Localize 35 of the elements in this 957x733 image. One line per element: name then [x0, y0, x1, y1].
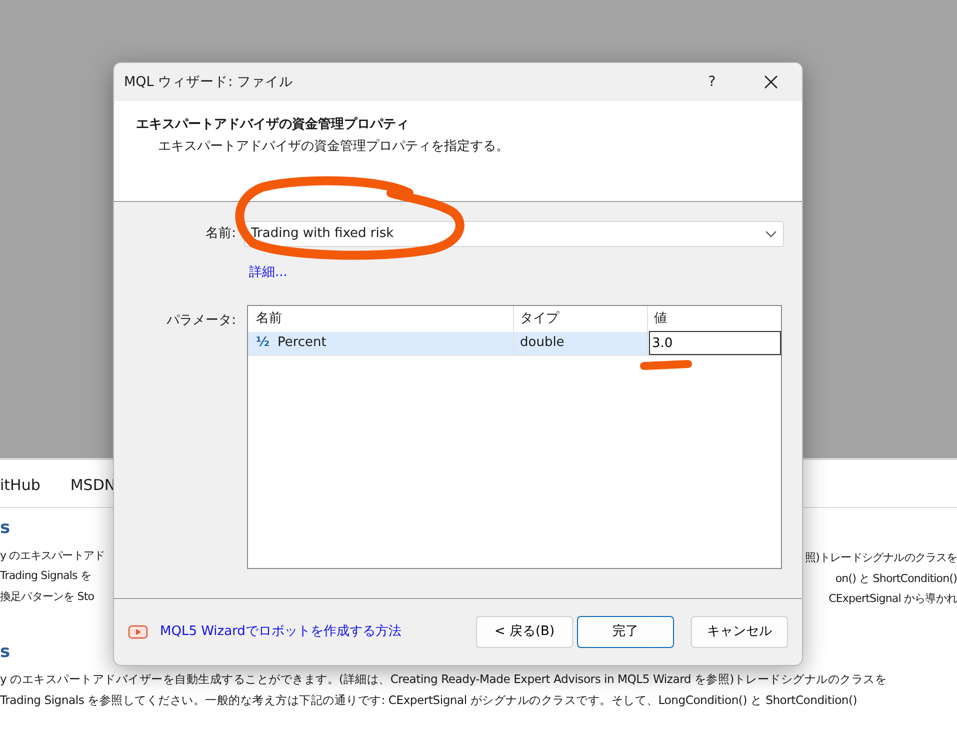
name-dropdown[interactable]: Trading with fixed risk — [244, 221, 784, 247]
tutorial-link[interactable]: MQL5 Wizardでロボットを作成する方法 — [160, 622, 476, 642]
paragraph-text: y のエキスパートアド — [0, 548, 105, 564]
paragraph-text: 換足パターンを Sto — [0, 588, 94, 604]
table-row[interactable]: ½ Percent double 3.0 — [248, 332, 781, 356]
help-button[interactable]: ? — [702, 72, 722, 92]
wizard-button[interactable]: < 戻る(B) — [476, 616, 573, 648]
column-header: 値 — [654, 310, 667, 328]
details-link[interactable]: 詳細... — [249, 263, 288, 282]
close-icon[interactable] — [764, 75, 778, 89]
value-input[interactable]: 3.0 — [649, 331, 781, 355]
ink-underline — [640, 358, 692, 372]
window-title: MQL ウィザード: ファイル — [124, 72, 294, 92]
nav-link[interactable]: itHub — [0, 474, 40, 497]
paragraph-text: y のエキスパートアドバイザーを自動生成することができます。(詳細は、Creating Ready-Made Expert Advisors in MQL5 Wizard を参照)トレードシグナルのクラスを — [0, 671, 887, 688]
paragraph-text: CExpertSignal から導かれ — [828, 591, 957, 607]
paragraph-text: Trading Signals を — [0, 568, 92, 584]
section-heading: s — [0, 640, 10, 664]
column-header: タイプ — [520, 310, 559, 328]
paragraph-text: on() と ShortCondition() — [835, 570, 957, 586]
paragraph-text: 照)トレードシグナルのクラスを — [805, 550, 957, 566]
page-title: エキスパートアドバイザの資金管理プロパティ — [136, 116, 409, 134]
wizard-button[interactable]: 完了 — [577, 616, 674, 648]
table-cell-text: double — [520, 334, 564, 352]
table-cell-text: Percent — [277, 334, 326, 352]
double-type-icon: ½ — [256, 333, 270, 353]
video-icon — [128, 625, 148, 639]
chevron-down-icon — [765, 230, 777, 238]
wizard-button[interactable]: キャンセル — [691, 616, 788, 648]
page-subtitle: エキスパートアドバイザの資金管理プロパティを指定する。 — [157, 138, 509, 156]
paragraph-text: Trading Signals を参照してください。一般的な考え方は下記の通りです: CExpertSignal がシグナルのクラスです。そして、LongCondition() と ShortCondition() — [0, 692, 858, 708]
column-header: 名前 — [256, 310, 282, 326]
field-label: 名前: — [204, 225, 236, 244]
field-label: パラメータ: — [166, 312, 236, 330]
section-heading: s — [0, 517, 10, 540]
